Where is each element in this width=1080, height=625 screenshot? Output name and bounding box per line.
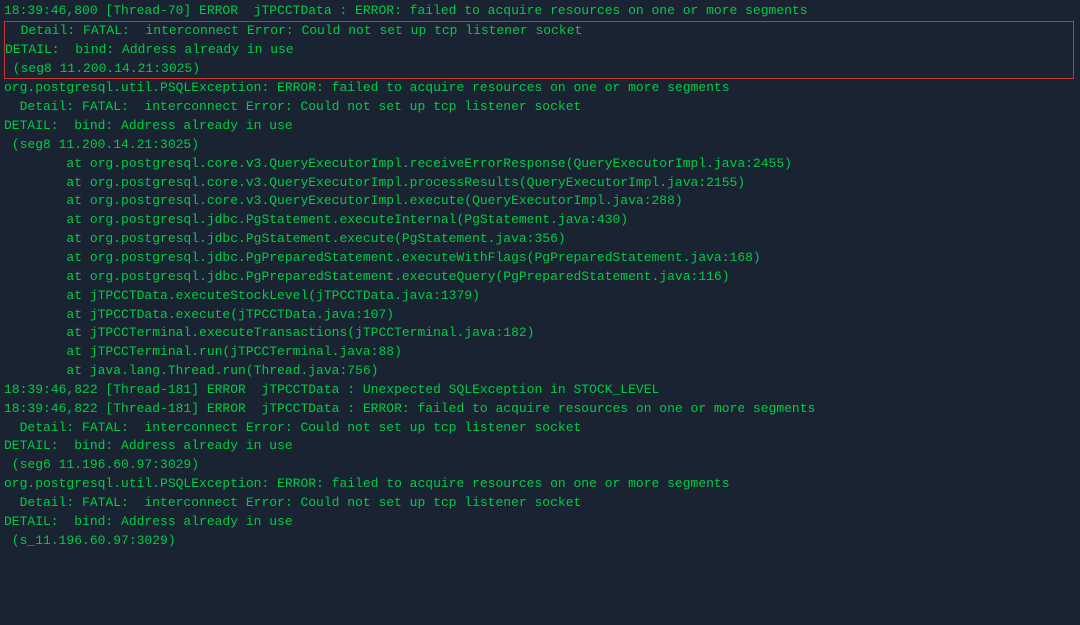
log-line-13: at org.postgresql.jdbc.PgStatement.execu… bbox=[4, 230, 1076, 249]
log-line-25: (seg6 11.196.60.97:3029) bbox=[4, 456, 1076, 475]
log-line-22: 18:39:46,822 [Thread-181] ERROR jTPCCTDa… bbox=[4, 400, 1076, 419]
log-line-18: at jTPCCTerminal.executeTransactions(jTP… bbox=[4, 324, 1076, 343]
log-line-21: 18:39:46,822 [Thread-181] ERROR jTPCCTDa… bbox=[4, 381, 1076, 400]
log-line-10: at org.postgresql.core.v3.QueryExecutorI… bbox=[4, 174, 1076, 193]
log-line-20: at java.lang.Thread.run(Thread.java:756) bbox=[4, 362, 1076, 381]
log-line-9: at org.postgresql.core.v3.QueryExecutorI… bbox=[4, 155, 1076, 174]
log-line-11: at org.postgresql.core.v3.QueryExecutorI… bbox=[4, 192, 1076, 211]
log-line-4: (seg8 11.200.14.21:3025) bbox=[5, 60, 1073, 79]
terminal-window: 18:39:46,800 [Thread-70] ERROR jTPCCTDat… bbox=[0, 0, 1080, 625]
log-line-1: 18:39:46,800 [Thread-70] ERROR jTPCCTDat… bbox=[4, 2, 1076, 21]
log-line-24: DETAIL: bind: Address already in use bbox=[4, 437, 1076, 456]
log-line-12: at org.postgresql.jdbc.PgStatement.execu… bbox=[4, 211, 1076, 230]
log-line-7: DETAIL: bind: Address already in use bbox=[4, 117, 1076, 136]
log-line-14: at org.postgresql.jdbc.PgPreparedStateme… bbox=[4, 249, 1076, 268]
log-line-23: Detail: FATAL: interconnect Error: Could… bbox=[4, 419, 1076, 438]
log-line-28: DETAIL: bind: Address already in use bbox=[4, 513, 1076, 532]
log-line-8: (seg8 11.200.14.21:3025) bbox=[4, 136, 1076, 155]
log-line-6: Detail: FATAL: interconnect Error: Could… bbox=[4, 98, 1076, 117]
log-line-26: org.postgresql.util.PSQLException: ERROR… bbox=[4, 475, 1076, 494]
log-line-27: Detail: FATAL: interconnect Error: Could… bbox=[4, 494, 1076, 513]
log-line-19: at jTPCCTerminal.run(jTPCCTerminal.java:… bbox=[4, 343, 1076, 362]
log-line-29: (s_11.196.60.97:3029) bbox=[4, 532, 1076, 551]
log-line-3: DETAIL: bind: Address already in use bbox=[5, 41, 1073, 60]
log-line-17: at jTPCCTData.execute(jTPCCTData.java:10… bbox=[4, 306, 1076, 325]
log-line-5: org.postgresql.util.PSQLException: ERROR… bbox=[4, 79, 1076, 98]
log-line-16: at jTPCCTData.executeStockLevel(jTPCCTDa… bbox=[4, 287, 1076, 306]
log-line-2: Detail: FATAL: interconnect Error: Could… bbox=[5, 22, 1073, 41]
terminal-content: 18:39:46,800 [Thread-70] ERROR jTPCCTDat… bbox=[4, 2, 1076, 550]
log-line-15: at org.postgresql.jdbc.PgPreparedStateme… bbox=[4, 268, 1076, 287]
